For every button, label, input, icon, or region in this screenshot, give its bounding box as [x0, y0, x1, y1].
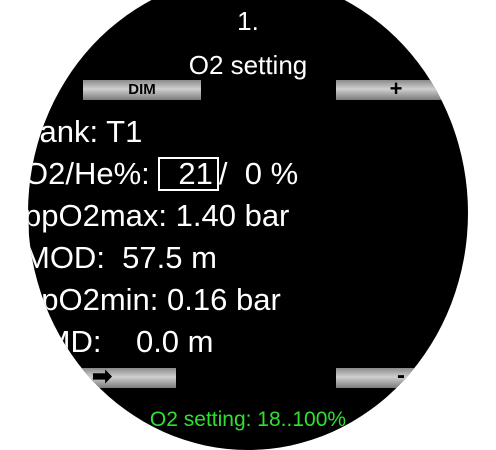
next-arrow-button[interactable]: ➡	[28, 365, 176, 389]
menu-index: 1.	[237, 6, 259, 36]
dive-computer-screen: 1. O2 setting DIM + Tank: T1 O2/He%: 21/…	[28, 0, 468, 450]
o2-he-label: O2/He%:	[28, 156, 159, 191]
status-hint: O2 setting: 18..100%	[149, 408, 347, 431]
ppo2min-row: ppO2min: 0.16 bar	[28, 282, 281, 317]
mod-row: MOD: 57.5 m	[28, 240, 217, 275]
he-percent-value: / 0 %	[218, 156, 299, 191]
tank-row: Tank: T1	[28, 114, 143, 149]
o2-percent-field[interactable]: 21	[158, 157, 219, 191]
ppo2max-row: ppO2max: 1.40 bar	[28, 198, 290, 233]
dim-button[interactable]: DIM	[83, 80, 201, 100]
minus-button[interactable]: -	[336, 364, 466, 388]
page-title: O2 setting	[188, 50, 308, 80]
plus-button[interactable]: +	[336, 78, 456, 100]
o2-he-row: O2/He%: 21/ 0 %	[28, 156, 298, 192]
amd-row: AMD: 0.0 m	[28, 324, 214, 359]
right-arrow-icon: ➡	[91, 363, 113, 390]
